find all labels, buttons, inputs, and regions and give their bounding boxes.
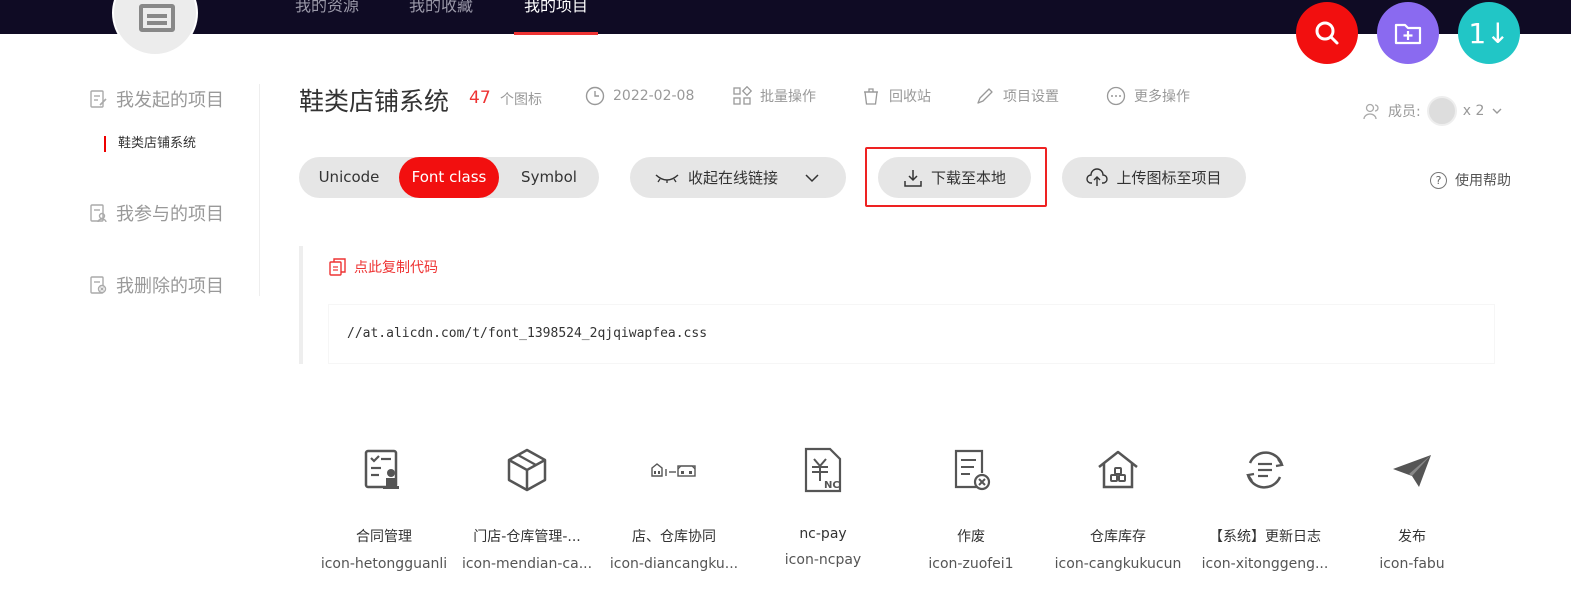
trash-icon xyxy=(864,88,878,105)
icon-card[interactable]: NC nc-pay icon-ncpay xyxy=(752,440,894,568)
format-unicode[interactable]: Unicode xyxy=(299,157,399,198)
help-icon: ? xyxy=(1430,171,1447,189)
deleted-document-icon xyxy=(90,276,107,294)
svg-text:NC: NC xyxy=(824,480,840,491)
members-count: x 2 xyxy=(1462,103,1485,119)
format-symbol[interactable]: Symbol xyxy=(499,157,599,198)
add-folder-button[interactable] xyxy=(1377,2,1439,64)
sidebar-item-label: 我删除的项目 xyxy=(116,276,224,297)
chevron-down-icon xyxy=(805,173,819,182)
members-label: 成员: xyxy=(1388,104,1421,120)
paper-plane-icon xyxy=(1393,455,1431,487)
help-link[interactable]: ? 使用帮助 xyxy=(1430,170,1511,190)
copy-code-button[interactable]: 点此复制代码 xyxy=(328,257,438,277)
icon-name: 店、仓库协同 xyxy=(632,529,716,545)
sidebar-item-created[interactable]: 我发起的项目 xyxy=(88,86,224,112)
members-icon xyxy=(1363,103,1379,120)
avatar-glyph-icon xyxy=(139,4,175,32)
batch-operation-button[interactable]: 批量操作 xyxy=(732,86,816,106)
sidebar-item-deleted[interactable]: 我删除的项目 xyxy=(88,272,224,298)
upload-label: 上传图标至项目 xyxy=(1116,169,1222,187)
icon-class: icon-cangkukucun xyxy=(1054,556,1182,572)
copy-icon xyxy=(329,258,346,276)
edit-document-icon xyxy=(90,90,107,108)
icon-name: 仓库库存 xyxy=(1090,529,1146,545)
icon-card[interactable]: 门店-仓库管理-... icon-mendian-ca... xyxy=(456,440,598,572)
icon-class: icon-zuofei1 xyxy=(928,556,1014,572)
box-icon xyxy=(507,448,547,492)
sidebar-current-project[interactable]: 鞋类店铺系统 xyxy=(104,136,196,152)
icon-card[interactable]: 【系统】更新日志 icon-xitonggeng... xyxy=(1194,440,1336,572)
void-document-icon xyxy=(954,449,991,491)
sidebar-item-label: 我发起的项目 xyxy=(116,90,224,111)
closed-eye-icon xyxy=(655,173,679,183)
contract-icon xyxy=(364,449,399,489)
icon-class: icon-fabu xyxy=(1379,556,1445,572)
search-button[interactable] xyxy=(1296,2,1358,64)
grid-icon xyxy=(733,86,752,105)
icon-class: icon-mendian-ca... xyxy=(461,556,593,572)
project-title: 鞋类店铺系统 xyxy=(299,87,450,116)
icon-class: icon-diancangku... xyxy=(609,556,739,572)
date-text: 2022-02-08 xyxy=(613,88,695,104)
help-label: 使用帮助 xyxy=(1455,173,1511,189)
icon-class: icon-ncpay xyxy=(784,552,862,568)
icon-count: 47 xyxy=(469,88,491,108)
icon-name: 【系统】更新日志 xyxy=(1209,529,1321,545)
members-area[interactable]: 成员: x 2 xyxy=(1362,96,1504,126)
user-document-icon xyxy=(90,204,107,223)
sidebar-item-joined[interactable]: 我参与的项目 xyxy=(88,200,224,226)
collapse-link-label: 收起在线链接 xyxy=(687,169,778,187)
chevron-down-icon xyxy=(1492,108,1502,114)
collapse-link-button[interactable]: 收起在线链接 xyxy=(630,157,846,198)
project-date: 2022-02-08 xyxy=(585,86,694,106)
folder-add-icon xyxy=(1394,23,1422,45)
settings-label: 项目设置 xyxy=(1003,89,1059,105)
user-avatar[interactable] xyxy=(112,0,198,56)
trash-label: 回收站 xyxy=(889,89,931,105)
icon-name: 合同管理 xyxy=(356,529,412,545)
pencil-icon xyxy=(977,88,993,104)
icon-card[interactable]: 作废 icon-zuofei1 xyxy=(900,440,1042,572)
css-link-code[interactable]: //at.alicdn.com/t/font_1398524_2qjqiwapf… xyxy=(347,326,707,341)
sort-button[interactable]: 1↓ xyxy=(1458,2,1520,64)
copy-code-label: 点此复制代码 xyxy=(354,260,438,276)
cloud-upload-icon xyxy=(1086,167,1109,186)
icon-class: icon-hetongguanli xyxy=(320,556,448,572)
icon-name: nc-pay xyxy=(799,526,847,542)
more-icon xyxy=(1106,86,1126,106)
sidebar-item-label: 我参与的项目 xyxy=(116,204,224,225)
download-highlight-box xyxy=(865,147,1047,207)
icon-card[interactable]: 发布 icon-fabu xyxy=(1341,440,1483,572)
upload-button[interactable]: 上传图标至项目 xyxy=(1062,157,1246,198)
store-warehouse-icon xyxy=(651,463,696,477)
project-settings-button[interactable]: 项目设置 xyxy=(975,86,1059,106)
icon-name: 发布 xyxy=(1398,529,1426,545)
invoice-yen-icon: NC xyxy=(804,447,842,493)
icon-card[interactable]: 仓库库存 icon-cangkukucun xyxy=(1047,440,1189,572)
nav-tab-projects[interactable]: 我的项目 xyxy=(513,0,599,35)
icon-card[interactable]: 合同管理 icon-hetongguanli xyxy=(313,440,455,572)
icon-class: icon-xitonggeng... xyxy=(1201,556,1329,572)
sidebar-divider xyxy=(259,84,260,296)
icon-card[interactable]: 店、仓库协同 icon-diancangku... xyxy=(603,440,745,572)
more-label: 更多操作 xyxy=(1134,89,1190,105)
nav-tab-resources[interactable]: 我的资源 xyxy=(295,0,359,34)
member-avatar xyxy=(1426,96,1457,126)
sort-label: 1↓ xyxy=(1468,16,1510,50)
format-toggle: Unicode Font class Symbol xyxy=(299,157,599,198)
search-icon xyxy=(1315,21,1339,45)
more-actions-button[interactable]: 更多操作 xyxy=(1106,86,1190,106)
update-log-icon xyxy=(1246,451,1284,489)
format-font-class[interactable]: Font class xyxy=(399,157,499,198)
icon-count-unit: 个图标 xyxy=(500,92,542,108)
warehouse-icon xyxy=(1098,450,1138,489)
nav-tab-favorites[interactable]: 我的收藏 xyxy=(409,0,473,34)
batch-label: 批量操作 xyxy=(760,89,816,105)
trash-button[interactable]: 回收站 xyxy=(861,86,931,106)
icon-name: 门店-仓库管理-... xyxy=(473,529,581,545)
clock-icon xyxy=(585,86,605,106)
icon-name: 作废 xyxy=(957,529,985,545)
